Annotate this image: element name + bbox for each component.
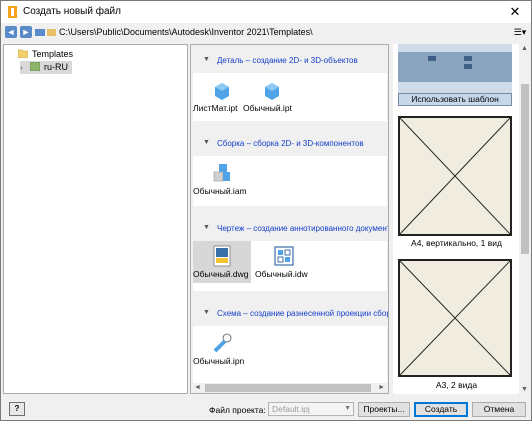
- project-file-label: Файл проекта:: [209, 405, 266, 415]
- file-tile[interactable]: Обычный.ipt: [243, 75, 301, 117]
- tree-expander[interactable]: ›: [20, 61, 30, 74]
- window-title: Создать новый файл: [23, 6, 121, 17]
- section-label: Сборка – сборка 2D- и 3D-компонентов: [217, 139, 364, 148]
- section-header-drawing[interactable]: ▼ Чертеж – создание аннотированного доку…: [193, 215, 389, 241]
- sheet-thumbnail-icon: [400, 118, 510, 234]
- section-label: Чертеж – создание аннотированного докуме…: [217, 224, 389, 233]
- collapse-icon[interactable]: ▼: [203, 56, 210, 63]
- project-file-select[interactable]: Default.ipj ▼: [268, 402, 354, 416]
- section-header-presentation[interactable]: ▼ Схема – создание разнесенной проекции …: [193, 300, 389, 326]
- section-presentation-files: Обычный.ipn: [193, 326, 387, 384]
- file-name: Обычный.iam: [193, 186, 247, 196]
- scroll-up-arrow-icon[interactable]: ▲: [521, 45, 528, 52]
- tree-item-templates[interactable]: Templates: [8, 48, 73, 61]
- section-part-files: ЛистМат.ipt Обычный.ipt: [193, 73, 387, 121]
- tree-item-label: ru-RU: [44, 62, 68, 72]
- collapse-icon[interactable]: ▼: [203, 309, 210, 316]
- presentation-icon: [213, 333, 232, 353]
- file-tile[interactable]: Обычный.idw: [255, 241, 313, 283]
- dwg-drawing-icon: [213, 245, 231, 267]
- file-tile[interactable]: Обычный.ipn: [193, 328, 251, 370]
- cancel-button[interactable]: Отмена: [472, 402, 526, 417]
- file-name: Обычный.idw: [255, 269, 308, 279]
- inventor-app-icon: [8, 6, 17, 18]
- vertical-scrollbar[interactable]: ▲ ▼: [519, 44, 531, 394]
- path-bar: ◄ ► C:\Users\Public\Documents\Autodesk\I…: [5, 26, 529, 40]
- section-header-part[interactable]: ▼ Деталь – создание 2D- и 3D-объектов: [193, 47, 387, 73]
- help-icon[interactable]: ?: [9, 402, 25, 416]
- collapse-icon[interactable]: ▼: [203, 139, 210, 146]
- section-drawing-files: Обычный.dwg Обычный.idw: [193, 241, 387, 291]
- view-menu-icon[interactable]: ☰▾: [511, 26, 529, 38]
- footer-bar: ? Файл проекта: Default.ipj ▼ Проекты...…: [1, 397, 531, 421]
- section-label: Схема – создание разнесенной проекции сб…: [217, 309, 389, 318]
- sheet-preview-a4: [398, 116, 512, 236]
- part-icon: [265, 83, 279, 100]
- collapse-icon[interactable]: ▼: [203, 224, 210, 231]
- new-file-dialog: Создать новый файл ✕ ◄ ► C:\Users\Public…: [0, 0, 532, 421]
- scroll-thumb[interactable]: [521, 84, 529, 254]
- template-preview-image: [398, 44, 512, 93]
- forward-arrow-icon[interactable]: ►: [20, 26, 32, 38]
- close-icon[interactable]: ✕: [506, 3, 524, 21]
- folder-icon: [18, 49, 28, 58]
- scroll-left-arrow-icon[interactable]: ◄: [194, 383, 201, 393]
- sheet-label: А4, вертикально, 1 вид: [411, 238, 502, 248]
- sheet-thumbnail-icon: [400, 261, 510, 375]
- sheet-metal-part-icon: [215, 83, 229, 100]
- section-assembly-files: Обычный.iam: [193, 156, 387, 206]
- file-tile[interactable]: Обычный.iam: [193, 158, 251, 200]
- sheet-label: А3, 2 вида: [435, 380, 478, 390]
- section-label: Деталь – создание 2D- и 3D-объектов: [217, 56, 358, 65]
- back-arrow-icon[interactable]: ◄: [5, 26, 17, 38]
- folder-green-icon: [30, 62, 40, 71]
- assembly-icon: [213, 164, 230, 182]
- use-template-button[interactable]: Использовать шаблон: [398, 93, 512, 106]
- scroll-down-arrow-icon[interactable]: ▼: [521, 386, 528, 393]
- template-preview-pane: Использовать шаблон А4, вертикально, 1 в…: [393, 44, 520, 394]
- scroll-right-arrow-icon[interactable]: ►: [378, 383, 385, 393]
- horizontal-scrollbar[interactable]: ◄ ►: [191, 383, 388, 393]
- create-button[interactable]: Создать: [414, 402, 468, 417]
- idw-drawing-icon: [274, 246, 294, 266]
- path-text: C:\Users\Public\Documents\Autodesk\Inven…: [59, 27, 313, 37]
- title-bar: Создать новый файл ✕: [1, 1, 531, 23]
- folder-icon: [47, 29, 56, 36]
- file-name: Обычный.ipt: [243, 103, 292, 113]
- chevron-down-icon: ▼: [344, 405, 351, 412]
- file-name: Обычный.ipn: [193, 356, 245, 366]
- tree-item-label: Templates: [32, 49, 74, 59]
- folder-up-icon[interactable]: [35, 27, 45, 37]
- template-list: ▼ Деталь – создание 2D- и 3D-объектов Ли…: [190, 44, 389, 394]
- scroll-thumb[interactable]: [205, 384, 371, 392]
- section-header-assembly[interactable]: ▼ Сборка – сборка 2D- и 3D-компонентов: [193, 130, 387, 156]
- file-name: Обычный.dwg: [193, 269, 249, 279]
- file-tile-selected[interactable]: Обычный.dwg: [193, 241, 251, 283]
- project-file-value: Default.ipj: [272, 404, 310, 414]
- tree-item-ru-ru[interactable]: › ru-RU: [20, 61, 72, 74]
- path-field[interactable]: C:\Users\Public\Documents\Autodesk\Inven…: [47, 26, 507, 39]
- template-folder-tree: Templates › ru-RU: [3, 44, 188, 394]
- sheet-preview-a3: [398, 259, 512, 377]
- projects-button[interactable]: Проекты...: [358, 402, 410, 417]
